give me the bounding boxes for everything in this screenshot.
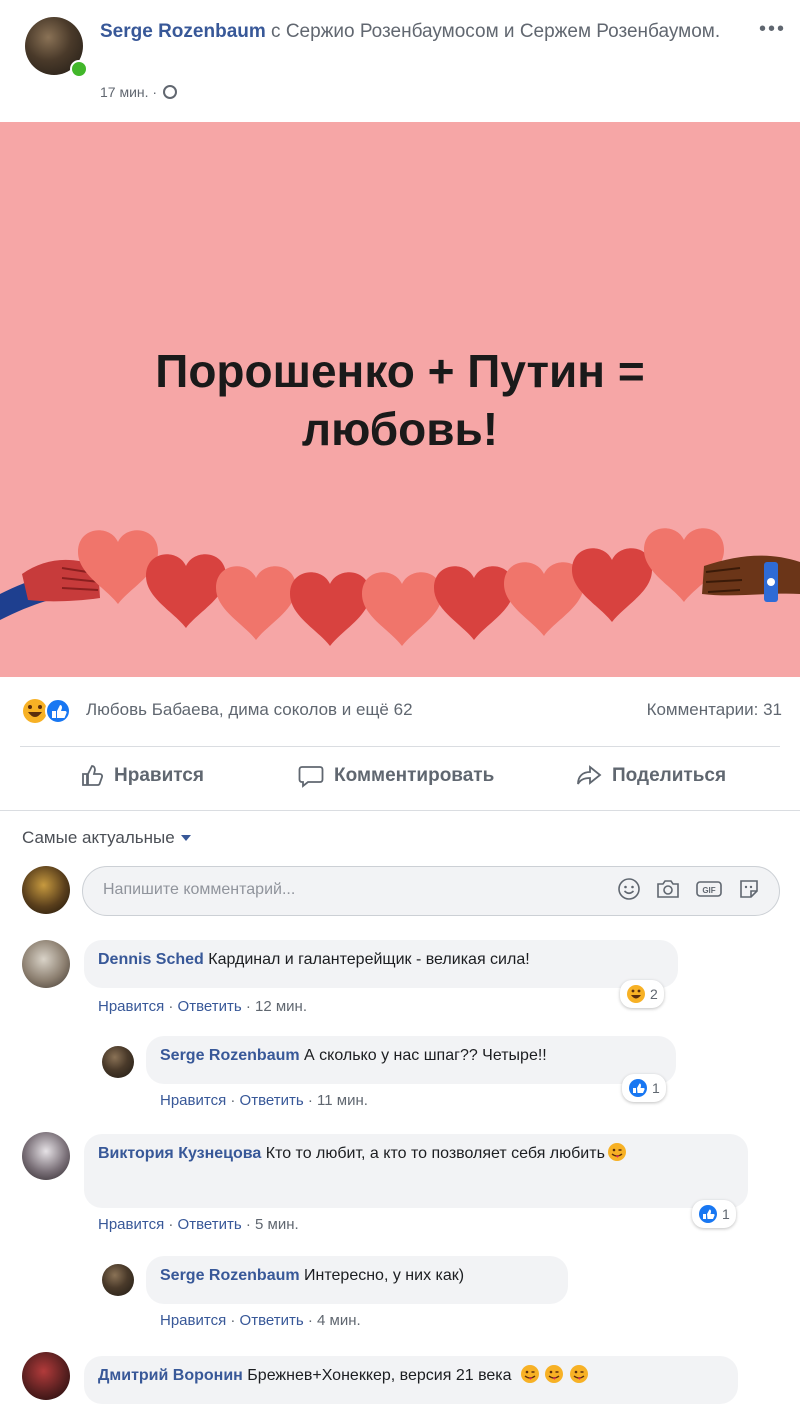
commenter-avatar[interactable]: [22, 1132, 70, 1180]
camera-icon[interactable]: [655, 877, 681, 901]
reaction-count: 1: [722, 1206, 730, 1222]
sort-label: Самые актуальные: [22, 828, 175, 847]
reply-time[interactable]: 11 мин.: [317, 1092, 368, 1109]
comment-text: Кто то любит, а кто то позволяет себя лю…: [261, 1145, 605, 1162]
comment-like-link[interactable]: Нравится: [98, 998, 164, 1015]
commenter-avatar[interactable]: [22, 940, 70, 988]
stats-divider: [20, 746, 780, 747]
comments-sort-dropdown[interactable]: Самые актуальные: [22, 828, 191, 848]
comment-reply-link[interactable]: Ответить: [178, 998, 242, 1015]
reply-text: Интересно, у них как): [299, 1267, 465, 1284]
emoji-icon[interactable]: [617, 877, 641, 901]
author-name-link[interactable]: Serge Rozenbaum: [100, 21, 266, 42]
composer-icons: GIF: [617, 877, 761, 901]
reply-reactions-badge[interactable]: 1: [622, 1074, 666, 1102]
winking-tongue-emoji-icon: [607, 1143, 626, 1161]
like-reaction-icon: [699, 1205, 717, 1223]
reply-bubble: Serge Rozenbaum А сколько у нас шпаг?? Ч…: [146, 1036, 676, 1084]
winking-tongue-emoji-icon: [521, 1365, 540, 1383]
reply-text: А сколько у нас шпаг?? Четыре!!: [299, 1047, 547, 1064]
reply-reply-link[interactable]: Ответить: [240, 1312, 304, 1329]
sticker-icon[interactable]: [737, 877, 761, 901]
caret-down-icon: [180, 835, 191, 841]
reply-author-avatar[interactable]: [102, 1264, 134, 1296]
post-header-text: Serge Rozenbaum с Сержио Розенбаумосом и…: [100, 20, 740, 44]
banner-line-1: Порошенко + Путин =: [155, 345, 645, 397]
likers-text[interactable]: Любовь Бабаева, дима соколов и ещё 62: [86, 700, 413, 720]
comment-input[interactable]: Напишите комментарий... GIF: [82, 866, 780, 916]
share-arrow-icon: [577, 765, 602, 785]
winking-tongue-emoji-icon: [569, 1365, 588, 1383]
svg-text:GIF: GIF: [702, 886, 715, 895]
post-stats: Любовь Бабаева, дима соколов и ещё 62 Ко…: [0, 678, 800, 744]
comments-count[interactable]: Комментарии: 31: [647, 700, 782, 720]
comment-reply-link[interactable]: Ответить: [178, 1216, 242, 1233]
commenter-name[interactable]: Виктория Кузнецова: [98, 1145, 261, 1162]
commenter-name[interactable]: Дмитрий Воронин: [98, 1367, 243, 1384]
post-banner[interactable]: Порошенко + Путин = любовь!: [0, 122, 800, 677]
current-user-avatar: [22, 866, 70, 914]
emoji-row: [516, 1365, 589, 1384]
reaction-count: 2: [650, 986, 658, 1002]
reply-author-name[interactable]: Serge Rozenbaum: [160, 1047, 300, 1064]
like-reaction-icon: [629, 1079, 647, 1097]
comment-like-link[interactable]: Нравится: [98, 1216, 164, 1233]
reply-time[interactable]: 4 мин.: [317, 1312, 361, 1329]
reaction-count: 1: [652, 1080, 660, 1096]
reply-like-link[interactable]: Нравится: [160, 1312, 226, 1329]
post-timestamp: 17 мин. ·: [100, 84, 178, 100]
globe-icon: [163, 85, 178, 99]
actions-divider: [0, 810, 800, 811]
reply-meta: Нравится · Ответить · 4 мин.: [160, 1312, 361, 1329]
comment-button[interactable]: Комментировать: [298, 764, 494, 788]
thumbs-up-icon: [82, 765, 104, 786]
more-options-icon[interactable]: •••: [759, 18, 786, 41]
banner-line-2: любовь!: [301, 403, 499, 455]
reply-like-link[interactable]: Нравится: [160, 1092, 226, 1109]
commenter-name[interactable]: Dennis Sched: [98, 951, 204, 968]
comment-meta: Нравится · Ответить · 5 мин.: [98, 1216, 299, 1233]
post-header: Serge Rozenbaum с Сержио Розенбаумосом и…: [0, 0, 800, 122]
comment-reactions-badge[interactable]: 1: [692, 1200, 736, 1228]
like-button[interactable]: Нравится: [80, 764, 204, 788]
comment-bubble: Dennis Sched Кардинал и галантерейщик - …: [84, 940, 678, 988]
comment-reactions-badge[interactable]: 2: [620, 980, 664, 1008]
reply-author-avatar[interactable]: [102, 1046, 134, 1078]
banner-text: Порошенко + Путин = любовь!: [0, 342, 800, 458]
comment-bubble-icon: [298, 766, 324, 788]
comment-time[interactable]: 5 мин.: [255, 1216, 299, 1233]
winking-tongue-emoji-icon: [545, 1365, 564, 1383]
reactions-summary-icon[interactable]: [20, 698, 80, 724]
comment-bubble: Дмитрий Воронин Брежнев+Хонеккер, версия…: [84, 1356, 738, 1404]
post-time-text[interactable]: 17 мин. ·: [100, 84, 157, 100]
reply-reply-link[interactable]: Ответить: [240, 1092, 304, 1109]
comment-text: Кардинал и галантерейщик - великая сила!: [203, 951, 530, 968]
comment-text: Брежнев+Хонеккер, версия 21 века: [242, 1367, 512, 1384]
comment-bubble: Виктория Кузнецова Кто то любит, а кто т…: [84, 1134, 748, 1208]
reply-bubble: Serge Rozenbaum Интересно, у них как): [146, 1256, 568, 1304]
haha-reaction-icon: [627, 985, 645, 1003]
reply-meta: Нравится · Ответить · 11 мин.: [160, 1092, 368, 1109]
reply-author-name[interactable]: Serge Rozenbaum: [160, 1267, 300, 1284]
tagged-people-text[interactable]: с Сержио Розенбаумосом и Сержем Розенбау…: [266, 21, 720, 42]
like-label: Нравится: [114, 765, 204, 786]
comment-time[interactable]: 12 мин.: [255, 998, 307, 1015]
comment-meta: Нравится · Ответить · 12 мин.: [98, 998, 308, 1015]
comment-input-placeholder: Напишите комментарий...: [103, 881, 296, 898]
post-actions: Нравится Комментировать Поделиться: [0, 748, 800, 810]
gif-icon[interactable]: GIF: [695, 877, 723, 901]
comment-label: Комментировать: [334, 765, 495, 786]
online-status-indicator: [70, 60, 88, 78]
share-button[interactable]: Поделиться: [576, 764, 726, 788]
share-label: Поделиться: [612, 765, 727, 786]
hearts-chain-illustration: [0, 528, 800, 646]
